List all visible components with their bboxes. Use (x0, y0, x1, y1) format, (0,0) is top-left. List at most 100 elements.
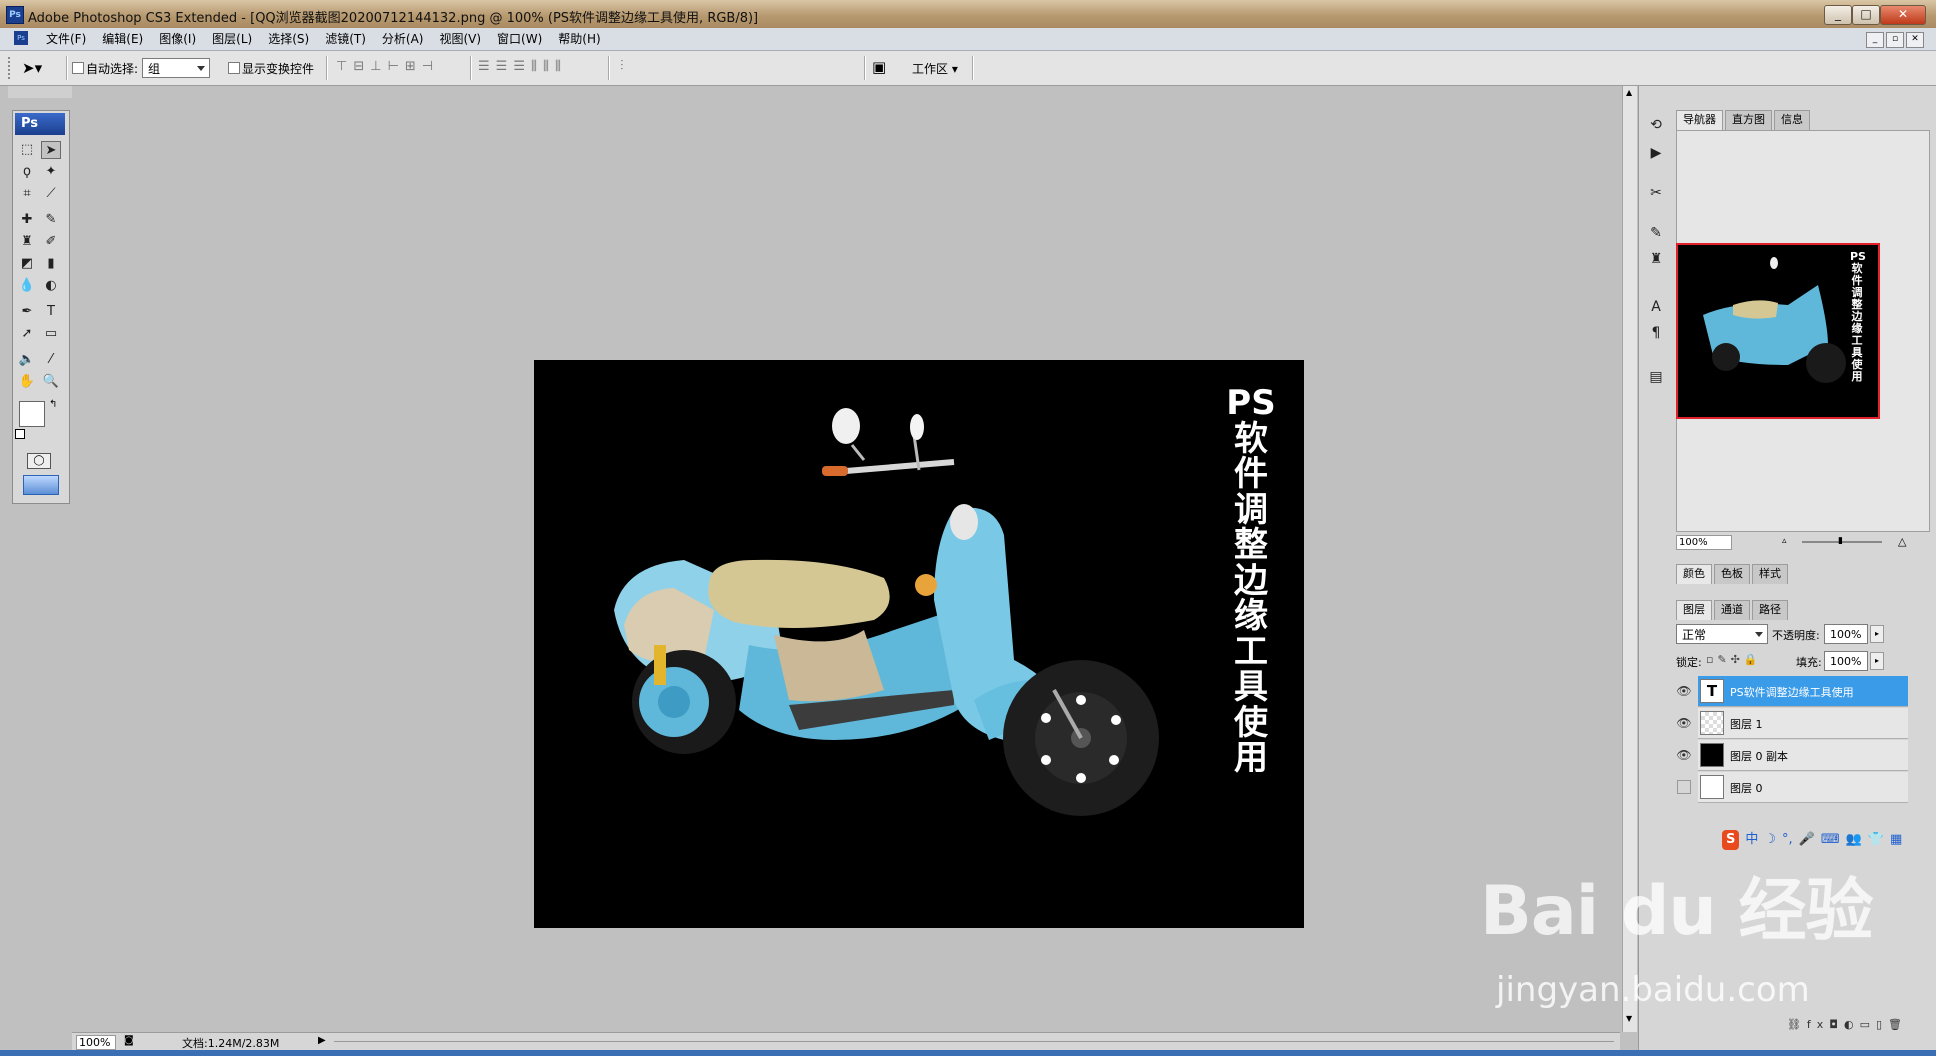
menu-edit[interactable]: 编辑(E) (94, 31, 151, 47)
horizontal-scrollbar[interactable] (334, 1041, 1614, 1042)
layer-visibility-toggle[interactable]: 👁 (1672, 740, 1696, 770)
brushes-panel-icon[interactable]: ✎ (1645, 222, 1667, 244)
menu-filter[interactable]: 滤镜(T) (317, 31, 374, 47)
opacity-field[interactable]: 100% (1824, 624, 1868, 644)
slice-tool-icon[interactable]: ⟋ (41, 185, 61, 203)
bridge-icon[interactable]: ▣ (872, 58, 886, 76)
crop-tool-icon[interactable]: ⌗ (17, 185, 37, 203)
document-canvas[interactable]: PS软件调整边缘工具使用 (534, 360, 1304, 928)
dodge-tool-icon[interactable]: ◐ (41, 277, 61, 295)
menu-select[interactable]: 选择(S) (260, 31, 317, 47)
distribute-left-icon[interactable]: ⫼ (531, 59, 537, 77)
navigator-zoom-field[interactable]: 100% (1676, 535, 1732, 550)
brush-tool-icon[interactable]: ✎ (41, 211, 61, 229)
marquee-tool-icon[interactable]: ⬚ (17, 141, 37, 159)
fill-field[interactable]: 100% (1824, 651, 1868, 671)
sogou-logo-icon[interactable]: S (1722, 830, 1740, 850)
opacity-slider-button[interactable]: ▸ (1870, 625, 1884, 643)
type-tool-icon[interactable]: T (41, 303, 61, 321)
scroll-down-icon[interactable]: ▼ (1626, 1014, 1632, 1023)
layers-footer-buttons[interactable]: ⛓fx◘◐▭▯🗑 (1698, 1018, 1908, 1034)
menu-window[interactable]: 窗口(W) (489, 31, 550, 47)
distribute-hcenter-icon[interactable]: ⫼ (543, 59, 549, 77)
tool-presets-icon[interactable]: ✂ (1645, 182, 1667, 204)
blur-tool-icon[interactable]: 💧 (17, 277, 37, 295)
align-left-icon[interactable]: ⊢ (388, 59, 399, 77)
align-hcenter-icon[interactable]: ⊞ (405, 59, 416, 77)
zoom-in-icon[interactable]: △ (1898, 535, 1906, 548)
ime-voice-icon[interactable]: 🎤 (1799, 830, 1815, 850)
minimize-button[interactable]: _ (1824, 5, 1852, 25)
paragraph-panel-icon[interactable]: ¶ (1645, 322, 1667, 344)
tab-swatches[interactable]: 色板 (1714, 564, 1750, 584)
align-top-icon[interactable]: ⊤ (336, 59, 347, 77)
tab-histogram[interactable]: 直方图 (1725, 110, 1772, 130)
quick-mask-icon[interactable]: ◯ (27, 453, 51, 469)
menu-file[interactable]: 文件(F) (38, 31, 94, 47)
tab-info[interactable]: 信息 (1774, 110, 1810, 130)
hand-tool-icon[interactable]: ✋ (17, 373, 37, 391)
tab-channels[interactable]: 通道 (1714, 600, 1750, 620)
scroll-up-icon[interactable]: ▲ (1626, 88, 1632, 97)
auto-align-layers-icon[interactable]: ⫶ (620, 58, 624, 74)
distribute-top-icon[interactable]: ☰ (478, 59, 490, 77)
pen-tool-icon[interactable]: ✒ (17, 303, 37, 321)
ime-skin-icon[interactable]: 👕 (1868, 830, 1884, 850)
layer-comps-icon[interactable]: ▤ (1645, 366, 1667, 388)
path-selection-tool-icon[interactable]: ➚ (17, 325, 37, 343)
auto-select-checkbox[interactable] (72, 62, 84, 74)
navigator-preview[interactable]: PS软件调整边缘工具使用 (1676, 243, 1880, 419)
layer-row[interactable]: 图层 0 (1698, 772, 1908, 803)
document-icon[interactable]: Ps (14, 31, 28, 45)
layer-row[interactable]: 图层 1 (1698, 708, 1908, 739)
clone-stamp-tool-icon[interactable]: ♜ (17, 233, 37, 251)
tab-color[interactable]: 颜色 (1676, 564, 1712, 584)
shape-tool-icon[interactable]: ▭ (41, 325, 61, 343)
menu-image[interactable]: 图像(I) (151, 31, 204, 47)
align-vcenter-icon[interactable]: ⊟ (353, 59, 364, 77)
fill-slider-button[interactable]: ▸ (1870, 652, 1884, 670)
ime-width-icon[interactable]: °, (1782, 830, 1793, 850)
menu-view[interactable]: 视图(V) (431, 31, 489, 47)
notes-tool-icon[interactable]: 🔈 (17, 351, 37, 369)
align-bottom-icon[interactable]: ⊥ (370, 59, 381, 77)
eraser-tool-icon[interactable]: ◩ (17, 255, 37, 273)
distribute-bottom-icon[interactable]: ☰ (513, 59, 525, 77)
menu-analysis[interactable]: 分析(A) (374, 31, 432, 47)
close-button[interactable]: ✕ (1880, 5, 1926, 25)
auto-select-dropdown[interactable]: 组 (142, 58, 210, 78)
default-colors-icon[interactable] (15, 429, 25, 439)
menu-layer[interactable]: 图层(L) (204, 31, 260, 47)
ime-keyboard-icon[interactable]: ⌨ (1821, 830, 1840, 850)
workspace-button[interactable]: 工作区 ▾ (912, 60, 958, 77)
lasso-tool-icon[interactable]: ϙ (17, 163, 37, 181)
status-arrow-icon[interactable]: ▶ (318, 1035, 326, 1046)
layer-visibility-toggle[interactable]: 👁 (1672, 676, 1696, 706)
swap-colors-icon[interactable]: ↰ (49, 399, 57, 410)
ime-user-icon[interactable]: 👥 (1846, 830, 1862, 850)
doc-close-button[interactable]: ✕ (1906, 32, 1924, 48)
clone-source-icon[interactable]: ♜ (1645, 248, 1667, 270)
align-right-icon[interactable]: ⊣ (422, 59, 433, 77)
layer-row[interactable]: 图层 0 副本 (1698, 740, 1908, 771)
zoom-out-icon[interactable]: ▵ (1782, 536, 1787, 546)
eyedropper-tool-icon[interactable]: ⁄ (41, 351, 61, 369)
move-tool-preset-icon[interactable]: ➤▾ (22, 57, 58, 79)
canvas-area[interactable]: PS软件调整边缘工具使用 (72, 86, 1616, 1030)
menu-help[interactable]: 帮助(H) (550, 31, 608, 47)
layer-visibility-toggle[interactable]: 👁 (1672, 708, 1696, 738)
screen-mode-icon[interactable] (23, 475, 59, 495)
ime-chinese-mode[interactable]: 中 (1745, 830, 1758, 850)
layer-row[interactable]: T PS软件调整边缘工具使用 (1698, 676, 1908, 707)
doc-minimize-button[interactable]: _ (1866, 32, 1884, 48)
tab-layers[interactable]: 图层 (1676, 600, 1712, 620)
magic-wand-tool-icon[interactable]: ✦ (41, 163, 61, 181)
actions-panel-icon[interactable]: ▶ (1645, 142, 1667, 164)
show-transform-checkbox[interactable] (228, 62, 240, 74)
history-panel-icon[interactable]: ⟲ (1645, 114, 1667, 136)
character-panel-icon[interactable]: A (1645, 296, 1667, 318)
gradient-tool-icon[interactable]: ▮ (41, 255, 61, 273)
layer-visibility-toggle[interactable] (1672, 772, 1696, 802)
distribute-right-icon[interactable]: ⫼ (555, 59, 561, 77)
move-tool-icon[interactable]: ➤ (41, 141, 61, 159)
